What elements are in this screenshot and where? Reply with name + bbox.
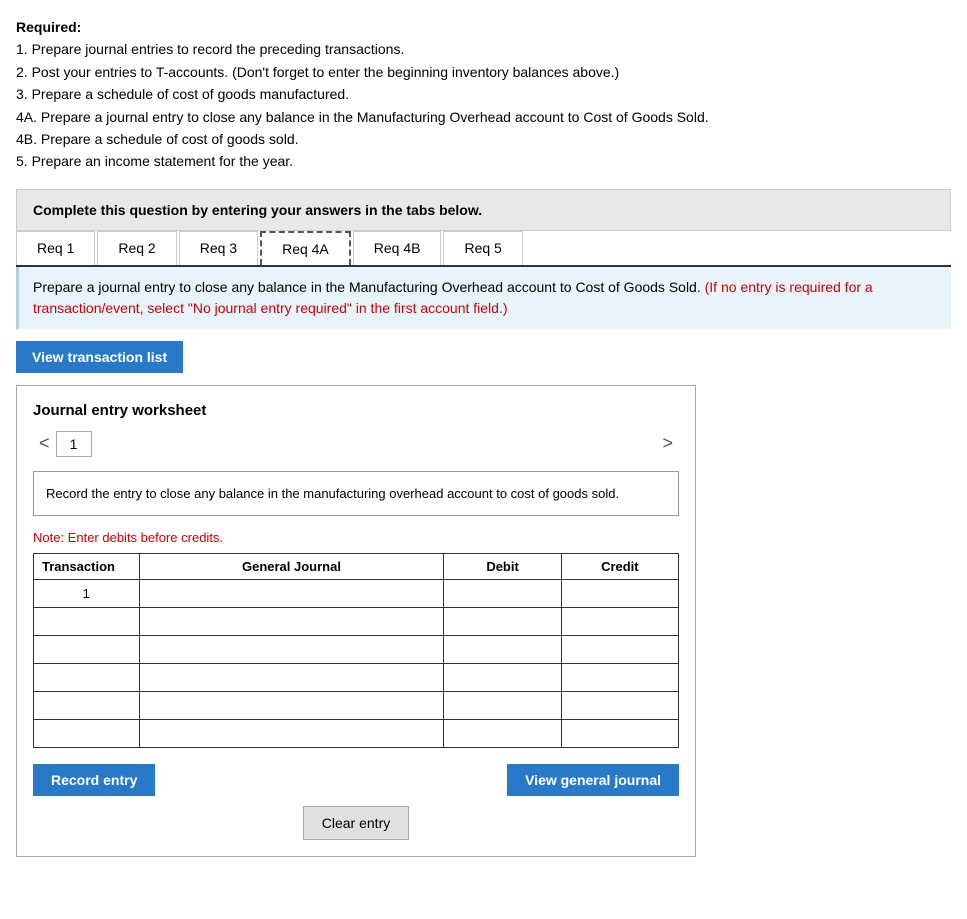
- row5-credit[interactable]: [561, 692, 678, 720]
- row5-debit[interactable]: [444, 692, 561, 720]
- prev-button[interactable]: <: [33, 433, 56, 454]
- table-row: [34, 608, 679, 636]
- record-entry-button[interactable]: Record entry: [33, 764, 155, 796]
- note-text: Note: Enter debits before credits.: [33, 530, 679, 545]
- row4-transaction: [34, 664, 140, 692]
- journal-title: Journal entry worksheet: [33, 402, 679, 419]
- tab-req4b[interactable]: Req 4B: [353, 231, 442, 265]
- row2-transaction: [34, 608, 140, 636]
- row3-debit[interactable]: [444, 636, 561, 664]
- view-transaction-button[interactable]: View transaction list: [16, 341, 183, 373]
- row6-debit-input[interactable]: [450, 726, 554, 741]
- complete-instruction-text: Complete this question by entering your …: [33, 202, 482, 218]
- view-general-journal-button[interactable]: View general journal: [507, 764, 679, 796]
- row5-credit-input[interactable]: [568, 698, 672, 713]
- row6-debit[interactable]: [444, 720, 561, 748]
- tabs-container: Req 1 Req 2 Req 3 Req 4A Req 4B Req 5: [16, 231, 951, 267]
- row3-transaction: [34, 636, 140, 664]
- table-row: [34, 720, 679, 748]
- req-item-5: 5. Prepare an income statement for the y…: [16, 153, 293, 169]
- row2-credit-input[interactable]: [568, 614, 672, 629]
- clear-row: Clear entry: [33, 806, 679, 840]
- col-credit: Credit: [561, 554, 678, 580]
- row4-credit-input[interactable]: [568, 670, 672, 685]
- instruction-box: Prepare a journal entry to close any bal…: [16, 267, 951, 329]
- row5-journal[interactable]: [139, 692, 444, 720]
- row4-journal-input[interactable]: [146, 670, 438, 685]
- row3-credit[interactable]: [561, 636, 678, 664]
- col-general-journal: General Journal: [139, 554, 444, 580]
- description-box: Record the entry to close any balance in…: [33, 471, 679, 517]
- tab-req4a[interactable]: Req 4A: [260, 231, 351, 265]
- row2-journal[interactable]: [139, 608, 444, 636]
- journal-card: Journal entry worksheet < 1 > Record the…: [16, 385, 696, 858]
- req-item-1: 1. Prepare journal entries to record the…: [16, 41, 404, 57]
- row2-debit-input[interactable]: [450, 614, 554, 629]
- row3-journal-input[interactable]: [146, 642, 438, 657]
- req-item-2: 2. Post your entries to T-accounts. (Don…: [16, 64, 619, 80]
- row1-credit-input[interactable]: [568, 586, 672, 601]
- row4-debit-input[interactable]: [450, 670, 554, 685]
- row1-transaction: 1: [34, 580, 140, 608]
- instruction-main: Prepare a journal entry to close any bal…: [33, 279, 701, 295]
- row4-journal[interactable]: [139, 664, 444, 692]
- table-row: [34, 664, 679, 692]
- row6-credit[interactable]: [561, 720, 678, 748]
- tab-req5[interactable]: Req 5: [443, 231, 522, 265]
- tab-req1[interactable]: Req 1: [16, 231, 95, 265]
- row2-debit[interactable]: [444, 608, 561, 636]
- description-text: Record the entry to close any balance in…: [46, 486, 619, 501]
- row1-journal-input[interactable]: [146, 586, 438, 601]
- row5-debit-input[interactable]: [450, 698, 554, 713]
- row5-transaction: [34, 692, 140, 720]
- table-row: [34, 692, 679, 720]
- table-row: 1: [34, 580, 679, 608]
- table-row: [34, 636, 679, 664]
- row6-journal[interactable]: [139, 720, 444, 748]
- tab-req3[interactable]: Req 3: [179, 231, 258, 265]
- row6-transaction: [34, 720, 140, 748]
- required-title: Required:: [16, 19, 81, 35]
- nav-row: < 1 >: [33, 431, 679, 457]
- row2-journal-input[interactable]: [146, 614, 438, 629]
- row6-journal-input[interactable]: [146, 726, 438, 741]
- row3-debit-input[interactable]: [450, 642, 554, 657]
- col-debit: Debit: [444, 554, 561, 580]
- journal-table: Transaction General Journal Debit Credit…: [33, 553, 679, 748]
- row1-debit-input[interactable]: [450, 586, 554, 601]
- required-section: Required: 1. Prepare journal entries to …: [16, 16, 951, 173]
- row5-journal-input[interactable]: [146, 698, 438, 713]
- entry-number: 1: [56, 431, 92, 457]
- row2-credit[interactable]: [561, 608, 678, 636]
- row4-debit[interactable]: [444, 664, 561, 692]
- row3-credit-input[interactable]: [568, 642, 672, 657]
- row1-journal[interactable]: [139, 580, 444, 608]
- complete-instruction-box: Complete this question by entering your …: [16, 189, 951, 231]
- row1-debit[interactable]: [444, 580, 561, 608]
- col-transaction: Transaction: [34, 554, 140, 580]
- next-button[interactable]: >: [656, 433, 679, 454]
- req-item-4a: 4A. Prepare a journal entry to close any…: [16, 109, 709, 125]
- req-item-4b: 4B. Prepare a schedule of cost of goods …: [16, 131, 299, 147]
- row6-credit-input[interactable]: [568, 726, 672, 741]
- row3-journal[interactable]: [139, 636, 444, 664]
- clear-entry-button[interactable]: Clear entry: [303, 806, 409, 840]
- req-item-3: 3. Prepare a schedule of cost of goods m…: [16, 86, 349, 102]
- row1-credit[interactable]: [561, 580, 678, 608]
- tab-req2[interactable]: Req 2: [97, 231, 176, 265]
- row4-credit[interactable]: [561, 664, 678, 692]
- action-row: Record entry View general journal: [33, 764, 679, 796]
